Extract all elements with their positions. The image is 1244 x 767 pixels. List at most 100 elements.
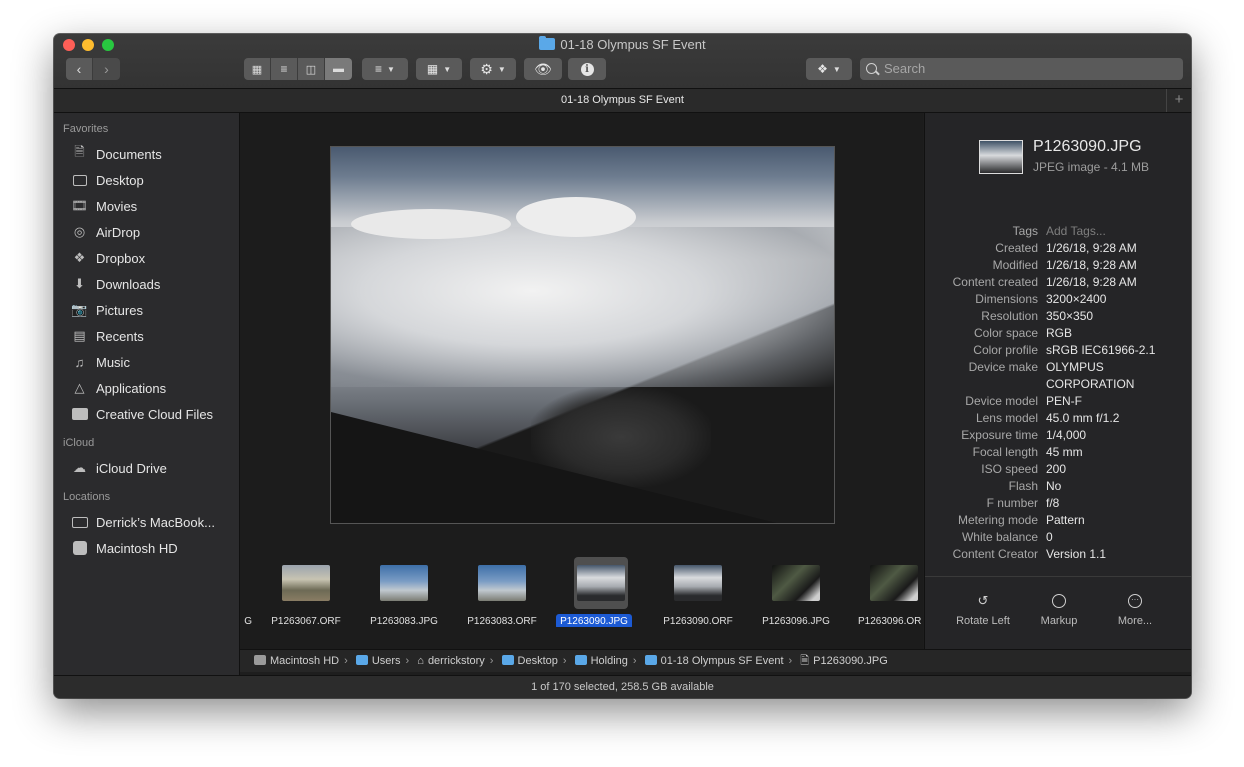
list-view-button[interactable]: ≡ [271,58,298,80]
arrange-menu-button[interactable]: ≡ ▼ [362,58,408,80]
toolbar: 01-18 Olympus SF Event ‹ › ▦ ≡ ◫ ▬ ≡ ▼ ▦ ▼… [54,34,1191,89]
chevron-down-icon: ▼ [443,64,452,74]
sidebar-heading-favorites: Favorites [63,123,109,135]
downloads-icon: ⬇ [74,276,85,291]
desktop-icon [71,173,88,188]
sidebar-item-music[interactable]: ♫ Music [54,349,239,375]
metadata-row: Content created 1/26/18, 9:28 AM [952,275,1137,289]
metadata-row: Dimensions 3200×2400 [975,292,1107,306]
thumbnail[interactable]: P1263083.ORF [454,557,550,627]
metadata-row: Exposure time 1/4,000 [961,428,1087,442]
list-view-icon: ≡ [280,62,288,76]
thumbnail-image [478,565,526,601]
sidebar-item-movies[interactable]: 🎞 Movies [54,193,239,219]
forward-button[interactable]: › [93,58,120,80]
sidebar-item-icloud-drive[interactable]: ☁ iCloud Drive [54,455,239,481]
sidebar-item-downloads[interactable]: ⬇ Downloads [54,271,239,297]
thumbnail[interactable]: P1263067.ORF [258,557,354,627]
chevron-right-icon: › [788,655,793,667]
thumbnail[interactable]: P1263083.JPG [356,557,452,627]
window-title: 01-18 Olympus SF Event [54,36,1191,52]
column-view-button[interactable]: ◫ [298,58,325,80]
add-tags-field[interactable]: Add Tags... [1046,223,1176,240]
metadata-row: Modified 1/26/18, 9:28 AM [992,258,1137,272]
back-button[interactable]: ‹ [66,58,93,80]
thumbnail[interactable]: P1263096.OR [846,557,923,627]
sidebar-item-applications[interactable]: △ Applications [54,375,239,401]
photo-preview[interactable] [330,146,835,524]
gallery-view-button[interactable]: ▬ [325,58,352,80]
sidebar-heading-locations: Locations [63,491,111,503]
thumbnail[interactable]: P1263096.JPG [748,557,844,627]
metadata-list: Tags Add Tags... Created 1/26/18, 9:28 AM … [925,223,1191,563]
path-item[interactable]: Macintosh HD [254,655,339,667]
hard-drive-icon [254,655,266,665]
metadata-row: Metering mode Pattern [957,513,1085,527]
sidebar-item-macbook[interactable]: Derrick’s MacBook... [54,509,239,535]
preview-inspector: P1263090.JPG JPEG image - 4.1 MB Tags Add… [924,113,1191,649]
sidebar-item-documents[interactable]: 🗎 Documents [54,141,239,167]
group-menu-button[interactable]: ▦ ▼ [416,58,462,80]
metadata-row: Flash No [1008,479,1062,493]
chevron-right-icon: › [405,655,410,667]
path-item[interactable]: ⌂ derrickstory [417,655,485,667]
sidebar-item-recents[interactable]: ▤ Recents [54,323,239,349]
icon-view-button[interactable]: ▦ [244,58,271,80]
icon-view-icon: ▦ [251,63,263,76]
gear-icon: ⚙ [480,60,493,77]
status-bar: 1 of 170 selected, 258.5 GB available [54,675,1191,698]
path-item[interactable]: 01-18 Olympus SF Event [644,655,784,667]
path-item[interactable]: Users [355,655,401,667]
thumbnail-selected[interactable]: P1263090.JPG [556,557,656,627]
folder-icon [539,36,556,50]
sidebar-item-dropbox[interactable]: ❖ Dropbox [54,245,239,271]
metadata-row: White balance 0 [961,530,1053,544]
folder-icon [644,655,657,665]
path-item[interactable]: 🗎 P1263090.JPG [800,655,887,667]
chevron-right-icon: › [344,655,348,667]
rotate-left-button[interactable]: ↺ Rotate Left [943,593,1023,627]
action-menu-button[interactable]: ⚙ ▼ [470,58,516,80]
search-input[interactable]: Search [860,58,1183,80]
metadata-row: Resolution 350×350 [981,309,1094,323]
sidebar-item-creative-cloud-files[interactable]: Creative Cloud Files [54,401,239,427]
cloud-icon: ☁ [73,460,86,475]
home-icon: ⌂ [417,655,424,667]
plus-icon: + [1174,91,1184,108]
dropbox-menu-button[interactable]: ❖ ▼ [806,58,852,80]
file-icon: 🗎 [800,655,810,667]
search-icon [866,63,877,74]
file-kind: JPEG image - 4.1 MB [1033,160,1150,174]
get-info-button[interactable]: i [568,58,606,80]
file-thumbnail [979,140,1023,174]
new-tab-button[interactable]: + [1166,89,1191,112]
thumbnail[interactable]: P1263090.ORF [650,557,746,627]
markup-button[interactable]: Markup [1019,593,1099,627]
chevron-down-icon: ▼ [832,64,841,74]
sidebar-item-macintosh-hd[interactable]: Macintosh HD [54,535,239,561]
sidebar-item-desktop[interactable]: Desktop [54,167,239,193]
more-icon: ··· [1127,593,1143,609]
documents-icon: 🗎 [74,144,85,159]
chevron-left-icon: ‹ [76,61,82,77]
metadata-row: ISO speed 200 [981,462,1067,476]
sidebar-item-pictures[interactable]: 📷 Pictures [54,297,239,323]
thumbnail-image [577,565,625,601]
chevron-right-icon: › [104,61,109,77]
tab-current[interactable]: 01-18 Olympus SF Event [561,94,684,106]
gallery-view: G P1263067.ORF P1263083.JPG P1263083.ORF… [240,113,923,649]
thumbnail[interactable]: G [240,557,252,627]
airdrop-icon: ◎ [73,224,86,239]
thumbnail-strip: G P1263067.ORF P1263083.JPG P1263083.ORF… [240,557,923,627]
more-button[interactable]: ··· More... [1095,593,1175,627]
markup-icon [1051,593,1067,609]
quick-look-button[interactable]: 👁 [524,58,562,80]
sidebar-item-airdrop[interactable]: ◎ AirDrop [54,219,239,245]
metadata-row: Device make OLYMPUS CORPORATION [968,360,1135,391]
path-item[interactable]: Desktop [501,655,558,667]
folder-icon [71,407,88,422]
folder-icon [574,655,587,665]
metadata-row: Device model PEN-F [965,394,1082,408]
metadata-row: F number f/8 [986,496,1060,510]
path-item[interactable]: Holding [574,655,628,667]
